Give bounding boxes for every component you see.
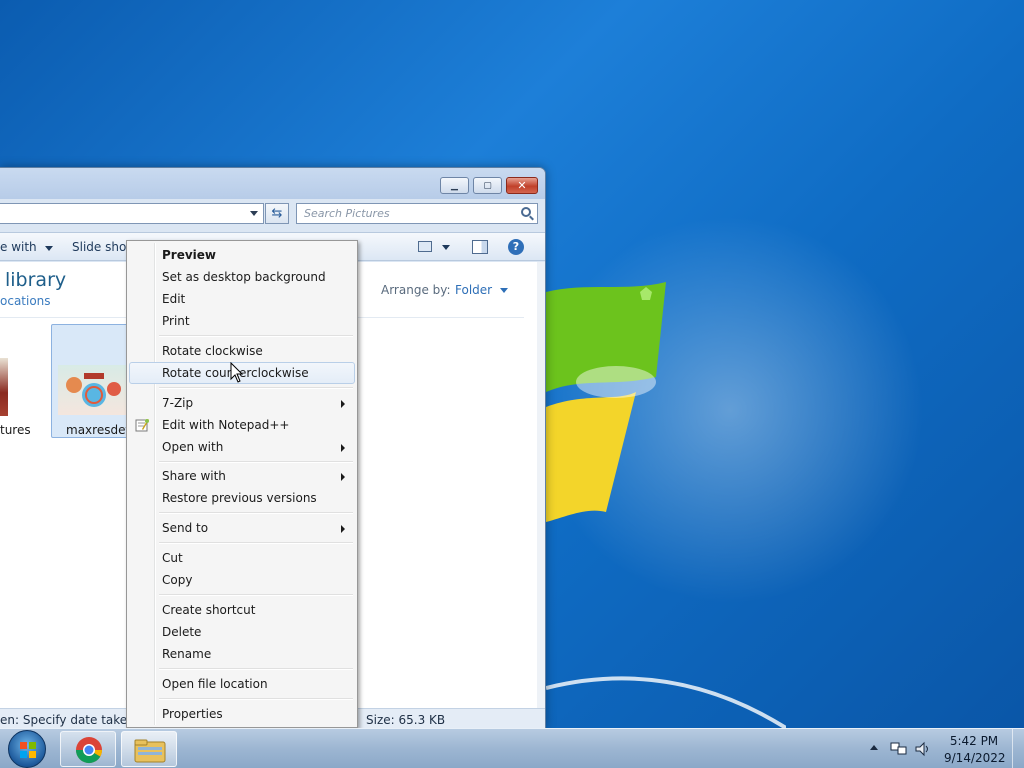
menu-item-copy[interactable]: Copy xyxy=(129,569,355,591)
file-name[interactable]: tures xyxy=(0,423,31,437)
refresh-button[interactable]: ⇆ xyxy=(265,203,289,224)
menu-item-label: Delete xyxy=(162,625,202,639)
maximize-button[interactable]: ▢ xyxy=(473,177,502,194)
menu-separator xyxy=(159,594,353,596)
menu-item-label: Share with xyxy=(162,469,226,483)
menu-item-send-to[interactable]: Send to xyxy=(129,517,355,539)
menu-separator xyxy=(159,668,353,670)
menu-item-label: Cut xyxy=(162,551,183,565)
menu-item-properties[interactable]: Properties xyxy=(129,703,355,725)
menu-separator xyxy=(159,387,353,389)
search-placeholder: Search Pictures xyxy=(304,207,390,220)
search-input[interactable]: Search Pictures xyxy=(296,203,538,224)
submenu-arrow-icon xyxy=(341,444,345,452)
menu-item-print[interactable]: Print xyxy=(129,310,355,332)
menu-item-set-desktop-background[interactable]: Set as desktop background xyxy=(129,266,355,288)
library-title: library xyxy=(5,269,67,291)
menu-item-rotate-clockwise[interactable]: Rotate clockwise xyxy=(129,340,355,362)
image-thumbnail xyxy=(58,365,130,415)
arrange-by-dropdown[interactable]: Folder xyxy=(455,283,508,297)
menu-item-label: Edit xyxy=(162,292,186,306)
menu-item-rename[interactable]: Rename xyxy=(129,643,355,665)
chevron-down-icon[interactable] xyxy=(250,211,258,216)
menu-item-label: Create shortcut xyxy=(162,603,256,617)
menu-item-label: Properties xyxy=(162,707,223,721)
share-with-label: e with xyxy=(0,240,37,254)
menu-item-preview[interactable]: Preview xyxy=(129,244,355,266)
menu-item-delete[interactable]: Delete xyxy=(129,621,355,643)
submenu-arrow-icon xyxy=(341,400,345,408)
menu-item-label: Preview xyxy=(162,248,217,262)
menu-item-7zip[interactable]: 7-Zip xyxy=(129,392,355,414)
menu-item-open-file-location[interactable]: Open file location xyxy=(129,673,355,695)
menu-separator xyxy=(159,698,353,700)
submenu-arrow-icon xyxy=(341,525,345,533)
menu-separator xyxy=(159,512,353,514)
menu-item-restore-previous-versions[interactable]: Restore previous versions xyxy=(129,487,355,509)
network-icon[interactable] xyxy=(890,741,908,757)
taskbar: 5:42 PM 9/14/2022 xyxy=(0,728,1024,768)
view-dropdown-icon[interactable] xyxy=(442,245,450,250)
close-button[interactable]: ✕ xyxy=(506,177,538,194)
menu-item-cut[interactable]: Cut xyxy=(129,547,355,569)
volume-icon[interactable] xyxy=(914,741,932,757)
menu-item-label: Send to xyxy=(162,521,209,535)
show-desktop-button[interactable] xyxy=(1012,729,1024,768)
menu-item-label: Restore previous versions xyxy=(162,491,317,505)
windows-explorer-icon xyxy=(134,739,166,763)
menu-item-edit-with-notepadpp[interactable]: Edit with Notepad++ xyxy=(129,414,355,436)
help-icon[interactable]: ? xyxy=(508,239,524,255)
windows-logo-icon xyxy=(20,742,36,758)
dropdown-arrow-icon xyxy=(45,246,54,251)
refresh-icon: ⇆ xyxy=(271,206,283,221)
selected-file-tile[interactable]: maxresdefa xyxy=(51,324,137,438)
menu-separator xyxy=(159,335,353,337)
menu-item-label: Copy xyxy=(162,573,193,587)
menu-item-label: Open with xyxy=(162,440,224,454)
submenu-arrow-icon xyxy=(341,473,345,481)
menu-item-label: Open file location xyxy=(162,677,268,691)
menu-separator xyxy=(159,461,353,463)
menu-item-label: 7-Zip xyxy=(162,396,194,410)
thumbnail-art-icon xyxy=(66,373,121,407)
taskbar-explorer-button[interactable] xyxy=(121,731,177,767)
change-view-icon[interactable] xyxy=(418,241,432,252)
clock-date: 9/14/2022 xyxy=(944,751,1006,765)
wallpaper-swoosh xyxy=(546,676,786,728)
date-taken-field[interactable]: en: Specify date taken xyxy=(0,713,135,727)
chrome-icon xyxy=(75,737,103,764)
chevron-down-icon xyxy=(499,288,508,293)
notepadpp-icon xyxy=(135,419,149,432)
menu-item-label: Rename xyxy=(162,647,212,661)
menu-item-label: Print xyxy=(162,314,190,328)
start-button[interactable] xyxy=(8,730,46,768)
arrange-by-label: Arrange by: xyxy=(381,283,451,297)
preview-pane-icon[interactable] xyxy=(472,240,488,254)
clock[interactable]: 5:42 PM 9/14/2022 xyxy=(944,734,1006,766)
search-icon[interactable] xyxy=(521,207,531,217)
menu-item-share-with[interactable]: Share with xyxy=(129,465,355,487)
menu-item-label: Edit with Notepad++ xyxy=(162,418,290,432)
address-bar[interactable] xyxy=(0,203,264,224)
menu-item-label: Set as desktop background xyxy=(162,270,326,284)
file-thumbnail[interactable] xyxy=(0,358,8,416)
windows-logo-wallpaper xyxy=(546,282,666,522)
file-size-value: Size: 65.3 KB xyxy=(366,713,446,727)
window-titlebar[interactable]: ▁ ▢ ✕ xyxy=(0,168,545,199)
menu-item-create-shortcut[interactable]: Create shortcut xyxy=(129,599,355,621)
menu-separator xyxy=(159,542,353,544)
menu-item-open-with[interactable]: Open with xyxy=(129,436,355,458)
vertical-scrollbar[interactable] xyxy=(537,262,545,708)
taskbar-chrome-button[interactable] xyxy=(60,731,116,767)
menu-item-edit[interactable]: Edit xyxy=(129,288,355,310)
menu-item-label: Rotate clockwise xyxy=(162,344,263,358)
mouse-pointer-icon xyxy=(230,362,244,383)
clock-time: 5:42 PM xyxy=(949,734,999,748)
show-hidden-icons-icon[interactable] xyxy=(870,745,878,750)
share-with-button[interactable]: e with xyxy=(0,240,54,254)
minimize-button[interactable]: ▁ xyxy=(440,177,469,194)
context-menu: Preview Set as desktop background Edit P… xyxy=(126,240,358,728)
library-locations-link[interactable]: ocations xyxy=(0,294,51,308)
arrange-by-value: Folder xyxy=(455,283,493,297)
